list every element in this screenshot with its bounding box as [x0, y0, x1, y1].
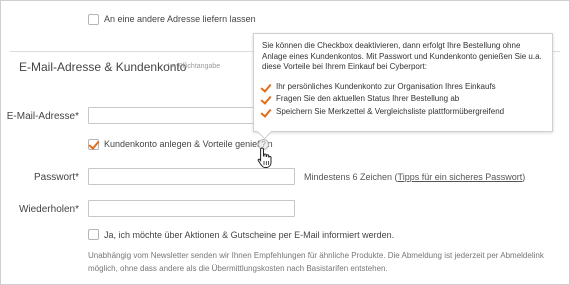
email-label: E-Mail-Adresse* — [6, 111, 79, 122]
tooltip-benefit-item: Ihr persönliches Kundenkonto zur Organis… — [260, 80, 544, 94]
repeat-password-field[interactable] — [88, 200, 295, 217]
password-hint-prefix: Mindestens 6 Zeichen ( — [304, 172, 398, 182]
tooltip-intro: Sie können die Checkbox deaktivieren, da… — [262, 41, 542, 71]
tooltip-benefit-text: Speichern Sie Merkzettel & Vergleichslis… — [276, 106, 505, 116]
newsletter-note: Unabhängig vom Newsletter senden wir Ihn… — [88, 251, 544, 273]
password-hint-suffix: ) — [522, 172, 526, 182]
email-field[interactable] — [88, 107, 268, 124]
tooltip-benefits-list: Ihr persönliches Kundenkonto zur Organis… — [260, 80, 544, 119]
account-benefits-tooltip: Sie können die Checkbox deaktivieren, da… — [253, 33, 553, 140]
tooltip-benefit-item: Speichern Sie Merkzettel & Vergleichslis… — [260, 105, 544, 119]
other-address-checkbox[interactable] — [88, 14, 99, 25]
password-hint: Mindestens 6 Zeichen (Tipps für ein sich… — [304, 172, 525, 182]
checkmark-icon — [260, 93, 272, 105]
checkmark-icon — [260, 105, 272, 118]
other-address-label: An eine andere Adresse liefern lassen — [104, 14, 256, 24]
newsletter-label: Ja, ich möchte über Aktionen & Gutschein… — [104, 230, 395, 240]
required-note: * = Pflichtangabe — [167, 63, 221, 70]
password-tips-link[interactable]: Tipps für ein sicheres Passwort — [398, 172, 523, 182]
password-label: Passwort* — [33, 172, 79, 183]
repeat-label: Wiederholen* — [18, 204, 79, 215]
account-checkbox-label: Kundenkonto anlegen & Vorteile genießen — [104, 139, 273, 149]
checkmark-icon — [260, 80, 272, 93]
hand-pointer-icon — [257, 147, 272, 168]
tooltip-benefit-text: Ihr persönliches Kundenkonto zur Organis… — [276, 81, 496, 91]
section-title: E-Mail-Adresse & Kundenkonto — [19, 60, 187, 74]
tooltip-benefit-text: Fragen Sie den aktuellen Status Ihrer Be… — [276, 94, 460, 103]
newsletter-checkbox[interactable] — [88, 229, 99, 240]
tooltip-benefit-item: Fragen Sie den aktuellen Status Ihrer Be… — [260, 93, 544, 106]
account-checkbox[interactable] — [88, 139, 99, 150]
password-field[interactable] — [88, 168, 295, 185]
